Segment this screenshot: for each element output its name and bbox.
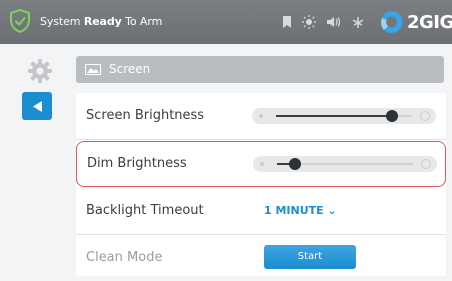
slider-max-icon (420, 111, 430, 121)
volume-icon[interactable] (327, 16, 341, 28)
back-button[interactable] (22, 92, 52, 120)
section-header: Screen (76, 56, 444, 83)
screen-brightness-slider[interactable] (252, 108, 436, 124)
slider-max-icon (421, 159, 431, 169)
status-bar: System Ready To Arm 2GIG (0, 0, 452, 44)
screen-icon (85, 64, 101, 75)
system-status-text: System Ready To Arm (40, 15, 163, 28)
screen-brightness-row: Screen Brightness (76, 93, 446, 140)
clean-mode-row: Clean Mode Start (76, 235, 446, 281)
backlight-timeout-row: Backlight Timeout 1 MINUTE ⌄ (76, 188, 446, 235)
slider-thumb[interactable] (385, 110, 398, 122)
wifi-icon[interactable] (352, 16, 364, 29)
slider-thumb[interactable] (288, 158, 301, 170)
dim-brightness-row: Dim Brightness (76, 141, 446, 187)
screen-brightness-label: Screen Brightness (86, 108, 205, 123)
bookmark-icon[interactable] (283, 16, 291, 28)
shield-check-icon (10, 9, 30, 33)
brightness-icon[interactable] (302, 15, 316, 29)
dim-brightness-slider[interactable] (253, 156, 437, 172)
settings-list: Screen Brightness Dim Brightness Backlig… (76, 93, 446, 276)
brand-logo: 2GIG (379, 6, 452, 38)
dim-brightness-label: Dim Brightness (87, 156, 187, 171)
slider-min-icon (260, 162, 264, 166)
back-arrow-icon (32, 100, 42, 112)
section-title: Screen (109, 62, 151, 76)
backlight-timeout-dropdown[interactable]: 1 MINUTE ⌄ (264, 188, 337, 234)
backlight-timeout-label: Backlight Timeout (86, 203, 204, 218)
brand-mark-icon (381, 11, 403, 33)
slider-min-icon (259, 114, 263, 118)
clean-mode-start-button[interactable]: Start (264, 245, 356, 269)
clean-mode-label: Clean Mode (86, 250, 163, 265)
gear-icon[interactable] (27, 58, 53, 84)
